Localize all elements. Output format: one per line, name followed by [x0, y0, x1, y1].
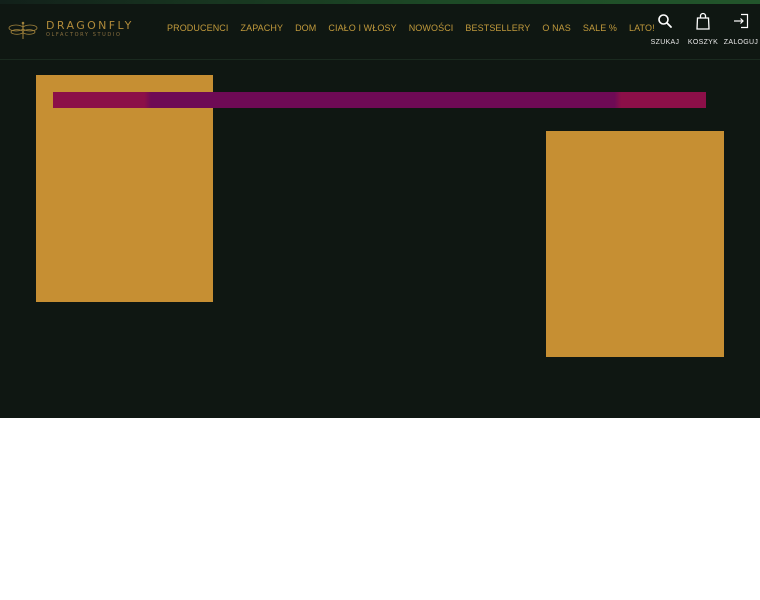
site-header: DRAGONFLY OLFACTORY STUDIO PRODUCENCI ZA…: [0, 4, 760, 60]
header-actions: SZUKAJ KOSZYK ZALOGUJ: [646, 12, 760, 46]
promo-tile-right[interactable]: [546, 131, 724, 357]
search-icon: [658, 14, 672, 28]
nav-item-o-nas[interactable]: O NAS: [542, 23, 571, 33]
logo-tagline: OLFACTORY STUDIO: [46, 32, 122, 38]
search-label: SZUKAJ: [650, 39, 680, 46]
login-icon: [734, 13, 749, 29]
logo-name: DRAGONFLY: [46, 19, 134, 32]
nav-item-nowosci[interactable]: NOWOŚCI: [409, 23, 454, 33]
nav-item-cialo-i-wlosy[interactable]: CIAŁO I WŁOSY: [328, 23, 396, 33]
search-button[interactable]: SZUKAJ: [646, 12, 684, 46]
nav-item-zapachy[interactable]: ZAPACHY: [241, 23, 284, 33]
cart-label: KOSZYK: [687, 39, 719, 46]
dragonfly-icon: [8, 21, 38, 39]
nav-item-bestsellery[interactable]: BESTSELLERY: [465, 23, 530, 33]
main-nav: PRODUCENCI ZAPACHY DOM CIAŁO I WŁOSY NOW…: [167, 23, 655, 33]
nav-item-sale[interactable]: SALE %: [583, 23, 617, 33]
promo-tile-left[interactable]: [36, 75, 213, 302]
login-button[interactable]: ZALOGUJ: [722, 12, 760, 46]
hero-section: [0, 60, 760, 418]
logo[interactable]: DRAGONFLY OLFACTORY STUDIO: [8, 19, 131, 41]
nav-item-dom[interactable]: DOM: [295, 23, 316, 33]
bag-icon: [696, 12, 710, 30]
cart-button[interactable]: KOSZYK: [684, 12, 722, 46]
nav-item-producenci[interactable]: PRODUCENCI: [167, 23, 229, 33]
promo-banner-strip[interactable]: [53, 92, 706, 108]
login-label: ZALOGUJ: [723, 39, 759, 46]
